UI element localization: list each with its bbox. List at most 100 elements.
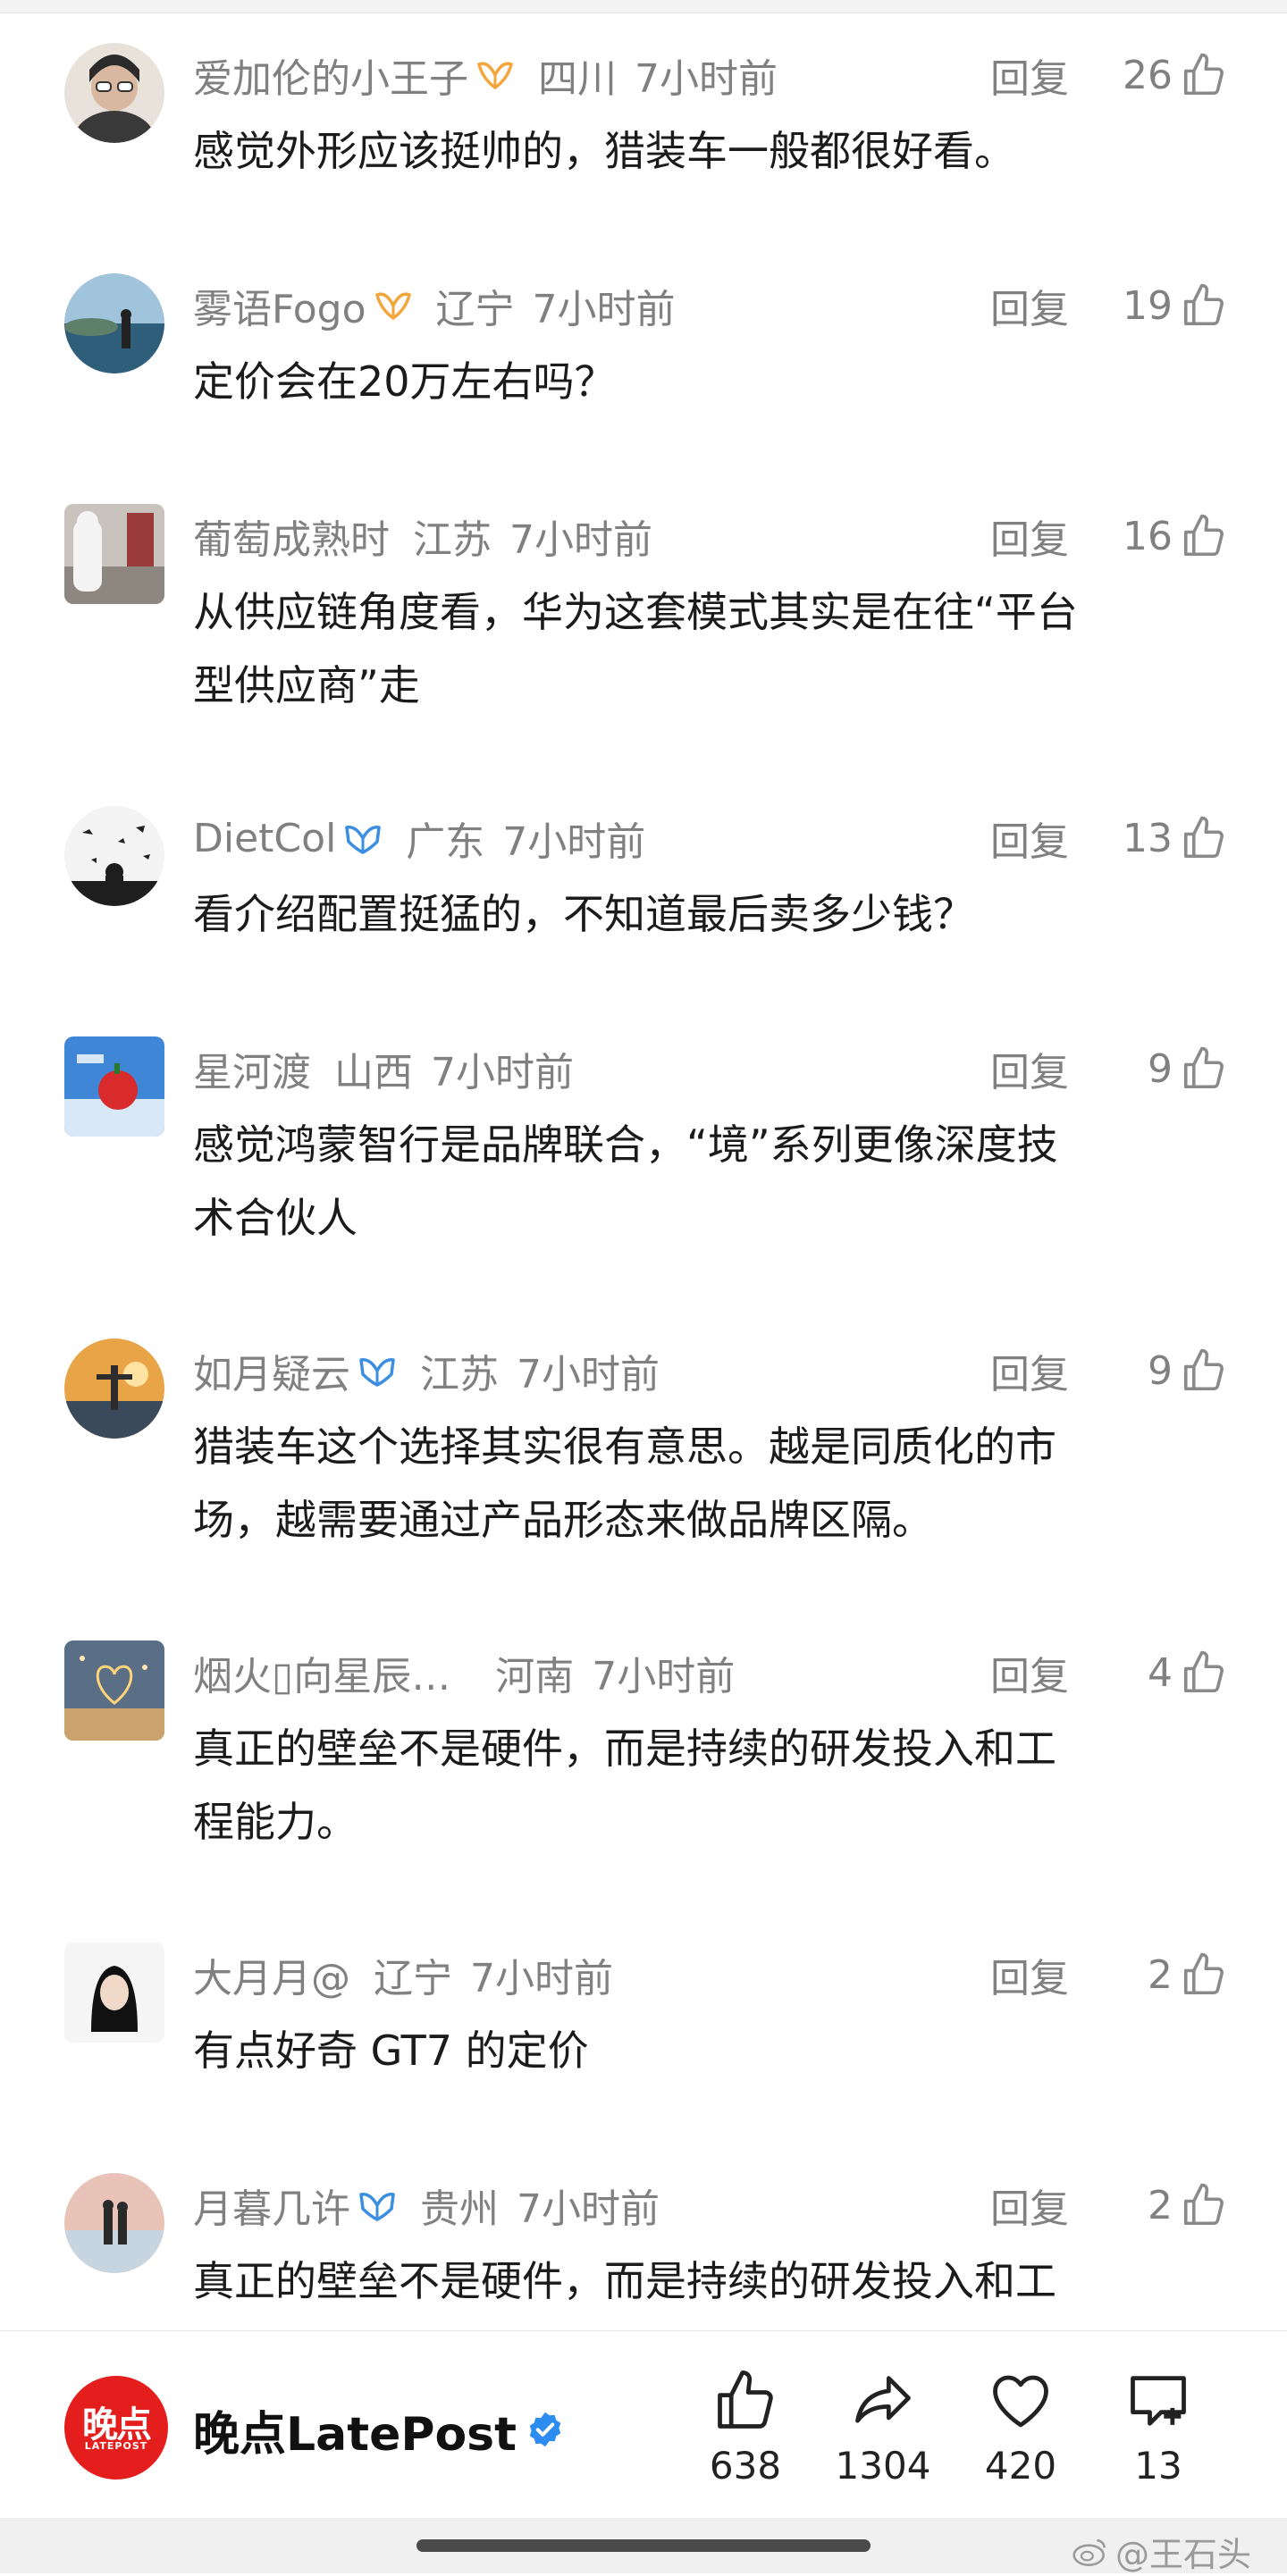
comment-meta: 大月月@ 辽宁 7小时前 xyxy=(193,1946,613,2003)
comment-actions: 回复 9 xyxy=(990,1342,1228,1399)
logo-subtext: LATEPOST xyxy=(84,2440,148,2452)
comment-text: 看介绍配置挺猛的，不知道最后卖多少钱？ xyxy=(193,890,974,938)
username[interactable]: 星河渡 xyxy=(193,1040,311,1097)
comment-total: 13 xyxy=(1134,2444,1182,2488)
watermark-text: @王石头 xyxy=(1115,2535,1251,2574)
like-count: 16 xyxy=(1123,513,1173,559)
comment-meta: 星河渡 山西 7小时前 xyxy=(193,1040,574,1097)
avatar[interactable] xyxy=(64,504,164,604)
comment-actions: 回复 19 xyxy=(990,277,1228,334)
comment-actions: 回复 4 xyxy=(990,1644,1228,1701)
publisher-logo[interactable]: 晚点 LATEPOST xyxy=(64,2376,168,2480)
comment-meta: 如月疑云 江苏 7小时前 xyxy=(193,1342,660,1399)
username[interactable]: 烟火▯向星辰… xyxy=(193,1644,450,1701)
blue-badge-icon xyxy=(358,2187,397,2223)
timestamp: 7小时前 xyxy=(509,517,652,563)
thumb-up-icon[interactable] xyxy=(1180,814,1228,862)
timestamp: 7小时前 xyxy=(592,1654,736,1699)
thumb-up-icon[interactable] xyxy=(1180,2181,1228,2229)
comment-stat[interactable]: 13 xyxy=(1105,2363,1212,2488)
comment-text: 感觉外形应该挺帅的，猎装车一般都很好看。 xyxy=(193,127,1015,175)
thumb-up-icon[interactable] xyxy=(1180,1347,1228,1395)
username[interactable]: 葡萄成熟时 xyxy=(193,508,390,565)
comment-actions: 回复 16 xyxy=(990,508,1228,565)
gold-badge-icon xyxy=(475,57,515,93)
username[interactable]: 爱加伦的小王子 xyxy=(193,46,468,104)
avatar[interactable] xyxy=(64,2173,164,2273)
like-count: 2 xyxy=(1148,2182,1173,2228)
region: 四川 xyxy=(538,56,617,102)
reply-button[interactable]: 回复 xyxy=(990,1342,1069,1399)
reply-button[interactable]: 回复 xyxy=(990,1644,1069,1701)
favorite-total: 420 xyxy=(984,2444,1057,2488)
reply-button[interactable]: 回复 xyxy=(990,1040,1069,1097)
comment-text: 真正的壁垒不是硬件，而是持续的研发投入和工 程能力。 xyxy=(193,2257,1056,2305)
share-arrow-icon xyxy=(829,2363,937,2438)
share-total: 1304 xyxy=(835,2444,931,2488)
reply-button[interactable]: 回复 xyxy=(990,2177,1069,2234)
timestamp: 7小时前 xyxy=(635,56,778,102)
username[interactable]: 大月月@ xyxy=(193,1946,350,2003)
like-count: 2 xyxy=(1148,1951,1173,1998)
avatar[interactable] xyxy=(64,1640,164,1741)
reply-button[interactable]: 回复 xyxy=(990,46,1069,104)
comment-text: 有点好奇 GT7 的定价 xyxy=(193,2026,589,2075)
home-gesture-handle[interactable] xyxy=(416,2539,871,2552)
thumb-up-icon[interactable] xyxy=(1180,1649,1228,1697)
timestamp: 7小时前 xyxy=(502,819,646,865)
username[interactable]: 如月疑云 xyxy=(193,1342,350,1399)
comment-meta: 葡萄成熟时 江苏 7小时前 xyxy=(193,508,652,565)
share-stat[interactable]: 1304 xyxy=(829,2363,937,2488)
comment-text: 定价会在20万左右吗？ xyxy=(193,357,616,406)
weibo-watermark: @王石头 xyxy=(1071,2527,1251,2576)
thumb-up-icon[interactable] xyxy=(1180,1951,1228,1999)
verified-check-icon xyxy=(526,2410,565,2449)
thumb-up-icon xyxy=(692,2363,799,2438)
username[interactable]: 月暮几许 xyxy=(193,2177,350,2234)
username[interactable]: 雾语Fogo xyxy=(193,277,366,334)
comment-meta: DietCol 广东 7小时前 xyxy=(193,810,645,867)
reply-button[interactable]: 回复 xyxy=(990,810,1069,867)
gold-badge-icon xyxy=(374,288,413,323)
thumb-up-icon[interactable] xyxy=(1180,281,1228,330)
comment-plus-icon xyxy=(1105,2363,1212,2438)
blue-badge-icon xyxy=(343,820,383,856)
region: 贵州 xyxy=(420,2186,499,2232)
comment-list[interactable]: 爱加伦的小王子 四川 7小时前 回复 26 感觉外形应该挺帅的，猎装车一般都很好… xyxy=(0,0,1287,2330)
weibo-icon xyxy=(1071,2534,1110,2570)
timestamp: 7小时前 xyxy=(470,1956,613,2001)
region: 江苏 xyxy=(413,517,492,563)
like-count: 19 xyxy=(1123,282,1173,329)
reply-button[interactable]: 回复 xyxy=(990,508,1069,565)
like-count: 9 xyxy=(1148,1347,1173,1394)
username[interactable]: DietCol xyxy=(193,816,336,861)
avatar[interactable] xyxy=(64,1338,164,1439)
thumb-up-icon[interactable] xyxy=(1180,512,1228,560)
publisher-name[interactable]: 晚点LatePost xyxy=(193,2404,565,2462)
thumb-up-icon[interactable] xyxy=(1180,1045,1228,1093)
article-action-bar: 晚点 LATEPOST 晚点LatePost 638 1304 420 13 xyxy=(0,2330,1287,2519)
like-count: 9 xyxy=(1148,1045,1173,1092)
avatar[interactable] xyxy=(64,1036,164,1137)
reply-button[interactable]: 回复 xyxy=(990,1946,1069,2003)
like-count: 13 xyxy=(1123,815,1173,861)
comment-meta: 爱加伦的小王子 四川 7小时前 xyxy=(193,46,778,104)
comment-meta: 月暮几许 贵州 7小时前 xyxy=(193,2177,660,2234)
avatar[interactable] xyxy=(64,1942,164,2043)
heart-icon xyxy=(967,2363,1074,2438)
like-count: 4 xyxy=(1148,1649,1173,1696)
thumb-up-icon[interactable] xyxy=(1180,51,1228,99)
region: 辽宁 xyxy=(435,287,515,332)
publisher-name-text: 晚点LatePost xyxy=(193,2407,517,2462)
avatar[interactable] xyxy=(64,806,164,906)
comment-actions: 回复 13 xyxy=(990,810,1228,867)
timestamp: 7小时前 xyxy=(517,2186,660,2232)
timestamp: 7小时前 xyxy=(431,1050,574,1095)
favorite-stat[interactable]: 420 xyxy=(967,2363,1074,2488)
like-stat[interactable]: 638 xyxy=(692,2363,799,2488)
reply-button[interactable]: 回复 xyxy=(990,277,1069,334)
avatar[interactable] xyxy=(64,43,164,143)
avatar[interactable] xyxy=(64,273,164,373)
region: 辽宁 xyxy=(374,1956,452,2001)
comment-actions: 回复 2 xyxy=(990,1946,1228,2003)
